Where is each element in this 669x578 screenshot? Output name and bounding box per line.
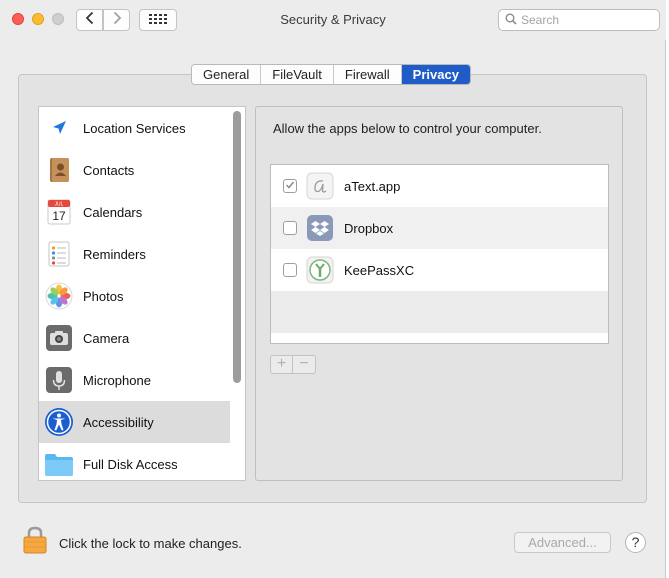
lock-button[interactable] xyxy=(22,525,48,555)
sidebar-item-label: Location Services xyxy=(83,120,186,136)
instructions-text: Allow the apps below to control your com… xyxy=(273,121,542,136)
empty-row xyxy=(271,291,608,333)
tab-general[interactable]: General xyxy=(192,65,262,84)
add-app-button[interactable]: + xyxy=(270,355,293,374)
sidebar-item-camera[interactable]: Camera xyxy=(39,317,230,359)
app-checkbox-atext[interactable] xyxy=(283,179,297,193)
sidebar-item-contacts[interactable]: Contacts xyxy=(39,149,230,191)
calendar-month-text: JUL xyxy=(55,202,64,208)
app-name: aText.app xyxy=(344,178,401,194)
app-row-keepassxc[interactable]: KeePassXC xyxy=(271,249,608,291)
app-list: aText.app Dropbox KeePassXC xyxy=(270,164,609,344)
accessibility-person-icon xyxy=(44,407,74,437)
microphone-icon xyxy=(44,365,74,395)
search-icon xyxy=(505,13,517,28)
tab-bar: General FileVault Firewall Privacy xyxy=(191,64,471,85)
remove-app-button[interactable]: − xyxy=(293,355,316,374)
sidebar-scrollbar[interactable] xyxy=(233,111,241,383)
dropbox-icon xyxy=(306,214,334,242)
search-input[interactable] xyxy=(521,13,651,27)
lock-status-text: Click the lock to make changes. xyxy=(59,536,242,551)
accessibility-pane: Allow the apps below to control your com… xyxy=(255,106,623,481)
folder-icon xyxy=(44,449,74,479)
advanced-button[interactable]: Advanced... xyxy=(514,532,611,553)
atext-app-icon xyxy=(306,172,334,200)
privacy-category-list[interactable]: Location Services Contacts JUL 17 Calend… xyxy=(38,106,246,481)
reminders-list-icon xyxy=(44,239,74,269)
sidebar-item-label: Reminders xyxy=(83,246,146,262)
sidebar-item-accessibility[interactable]: Accessibility xyxy=(39,401,230,443)
location-arrow-icon xyxy=(44,113,74,143)
search-field[interactable] xyxy=(498,9,660,31)
tab-privacy[interactable]: Privacy xyxy=(401,65,470,84)
app-name: KeePassXC xyxy=(344,262,415,278)
sidebar-item-label: Contacts xyxy=(83,162,135,178)
tab-firewall[interactable]: Firewall xyxy=(333,65,402,84)
contacts-book-icon xyxy=(44,155,74,185)
calendar-icon: JUL 17 xyxy=(44,197,74,227)
sidebar-item-label: Accessibility xyxy=(83,414,154,430)
sidebar-item-label: Full Disk Access xyxy=(83,456,178,472)
camera-icon xyxy=(44,323,74,353)
sidebar-item-photos[interactable]: Photos xyxy=(39,275,230,317)
app-row-atext[interactable]: aText.app xyxy=(271,165,608,207)
sidebar-item-location-services[interactable]: Location Services xyxy=(39,107,230,149)
app-name: Dropbox xyxy=(344,220,394,236)
preferences-window: Security & Privacy General FileVault Fir… xyxy=(0,0,666,578)
app-row-dropbox[interactable]: Dropbox xyxy=(271,207,608,249)
app-checkbox-dropbox[interactable] xyxy=(283,221,297,235)
checkmark-icon xyxy=(285,180,295,193)
add-remove-controls: + − xyxy=(270,355,316,374)
sidebar-item-full-disk-access[interactable]: Full Disk Access xyxy=(39,443,230,480)
sidebar-item-label: Photos xyxy=(83,288,124,304)
app-checkbox-keepassxc[interactable] xyxy=(283,263,297,277)
tab-filevault[interactable]: FileVault xyxy=(261,65,334,84)
calendar-day-text: 17 xyxy=(52,209,66,223)
title-bar: Security & Privacy xyxy=(0,0,666,40)
help-button[interactable]: ? xyxy=(625,532,646,553)
sidebar-item-label: Camera xyxy=(83,330,130,346)
photos-flower-icon xyxy=(44,281,74,311)
sidebar-item-microphone[interactable]: Microphone xyxy=(39,359,230,401)
sidebar-item-label: Microphone xyxy=(83,372,151,388)
sidebar-item-label: Calendars xyxy=(83,204,143,220)
sidebar-item-reminders[interactable]: Reminders xyxy=(39,233,230,275)
sidebar-item-calendars[interactable]: JUL 17 Calendars xyxy=(39,191,230,233)
keepassxc-icon xyxy=(306,256,334,284)
padlock-icon xyxy=(22,526,48,558)
